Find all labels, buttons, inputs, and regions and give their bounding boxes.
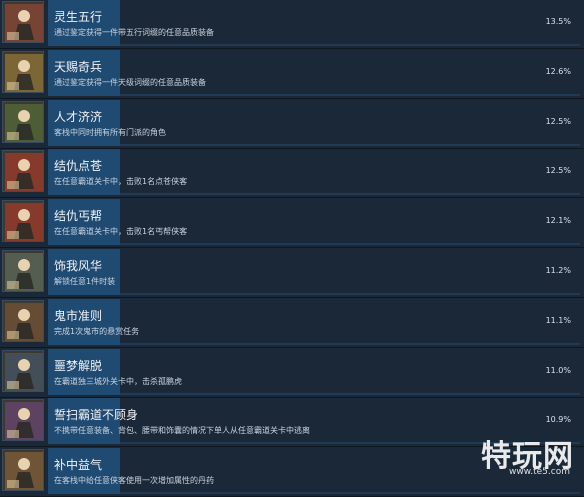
gaibang-fighter-icon: [2, 200, 44, 242]
achievement-name: 灵生五行: [54, 10, 103, 24]
unlock-percentage: 12.1%: [545, 216, 571, 225]
unlock-percentage: 12.5%: [545, 117, 571, 126]
achievement-description: 解锁任意1件时装: [54, 277, 116, 286]
unlock-percentage: 11.2%: [545, 266, 571, 275]
achievement-name: 誓扫霸道不顾身: [54, 408, 139, 422]
achievement-name: 结仇丐帮: [54, 209, 103, 223]
row-divider: [0, 48, 584, 49]
achievement-description: 完成1次鬼市的悬赏任务: [54, 327, 140, 336]
row-divider: [0, 98, 584, 99]
unlock-percentage: 12.6%: [545, 67, 571, 76]
group-characters-icon: [2, 101, 44, 143]
achievement-name: 噩梦解脱: [54, 359, 103, 373]
achievement-description: 在霸道独三城外关卡中，击杀孤鹏虎: [54, 377, 182, 386]
achievement-name: 补中益气: [54, 458, 103, 472]
achievement-name: 人才济济: [54, 110, 103, 124]
nightmare-figure-icon: [2, 350, 44, 392]
achievement-row[interactable]: 天赐奇兵通过鉴定获得一件天级词缀的任意品质装备 12.6%: [0, 50, 584, 99]
watermark-url: www.te5.com: [509, 467, 570, 477]
achievement-description: 在客栈中给任意侠客使用一次增加属性的丹药: [54, 476, 214, 485]
progress-track: [120, 243, 580, 245]
watermark: 特玩网 www.te5.com: [476, 431, 580, 477]
diancang-fighter-icon: [2, 150, 44, 192]
achievement-row[interactable]: 结仇点苍在任意霸道关卡中，击败1名点苍侠客 12.5%: [0, 149, 584, 198]
ghost-market-icon: [2, 300, 44, 342]
row-divider: [0, 297, 584, 298]
achievement-description: 通过鉴定获得一件天级词缀的任意品质装备: [54, 78, 206, 87]
fashion-costume-icon: [2, 250, 44, 292]
achievement-row[interactable]: 结仇丐帮在任意霸道关卡中，击败1名丐帮侠客 12.1%: [0, 199, 584, 248]
elixir-chest-icon: [2, 449, 44, 491]
progress-track: [120, 44, 580, 46]
progress-track: [120, 293, 580, 295]
achievement-description: 不携带任意装备、背包、腰带和饰囊的情况下单人从任意霸道关卡中逃离: [54, 426, 310, 435]
achievement-description: 客栈中同时拥有所有门派的角色: [54, 128, 166, 137]
unlock-percentage: 13.5%: [545, 17, 571, 26]
achievement-row[interactable]: 鬼市准则完成1次鬼市的悬赏任务 11.1%: [0, 299, 584, 348]
progress-track: [120, 492, 580, 494]
unlock-percentage: 11.0%: [545, 366, 571, 375]
achievement-description: 通过鉴定获得一件带五行词缀的任意品质装备: [54, 28, 214, 37]
unlock-percentage: 12.5%: [545, 166, 571, 175]
wuxing-portrait-icon: [2, 1, 44, 43]
achievement-row[interactable]: 饰我风华解锁任意1件时装 11.2%: [0, 249, 584, 298]
achievement-name: 天赐奇兵: [54, 60, 103, 74]
achievement-row[interactable]: 人才济济客栈中同时拥有所有门派的角色 12.5%: [0, 100, 584, 149]
achievement-name: 结仇点苍: [54, 159, 103, 173]
progress-track: [120, 94, 580, 96]
row-divider: [0, 197, 584, 198]
achievement-name: 饰我风华: [54, 259, 103, 273]
progress-track: [120, 393, 580, 395]
lone-warrior-icon: [2, 399, 44, 441]
unlock-percentage: 11.1%: [545, 316, 571, 325]
achievement-description: 在任意霸道关卡中，击败1名丐帮侠客: [54, 227, 188, 236]
achievement-description: 在任意霸道关卡中，击败1名点苍侠客: [54, 177, 188, 186]
progress-track: [120, 343, 580, 345]
row-divider: [0, 247, 584, 248]
row-divider: [0, 347, 584, 348]
achievement-row[interactable]: 噩梦解脱在霸道独三城外关卡中，击杀孤鹏虎 11.0%: [0, 349, 584, 398]
sword-weapon-icon: [2, 51, 44, 93]
unlock-percentage: 10.9%: [545, 415, 571, 424]
progress-track: [120, 144, 580, 146]
progress-track: [120, 193, 580, 195]
achievement-row[interactable]: 灵生五行通过鉴定获得一件带五行词缀的任意品质装备 13.5%: [0, 0, 584, 49]
achievement-name: 鬼市准则: [54, 309, 103, 323]
